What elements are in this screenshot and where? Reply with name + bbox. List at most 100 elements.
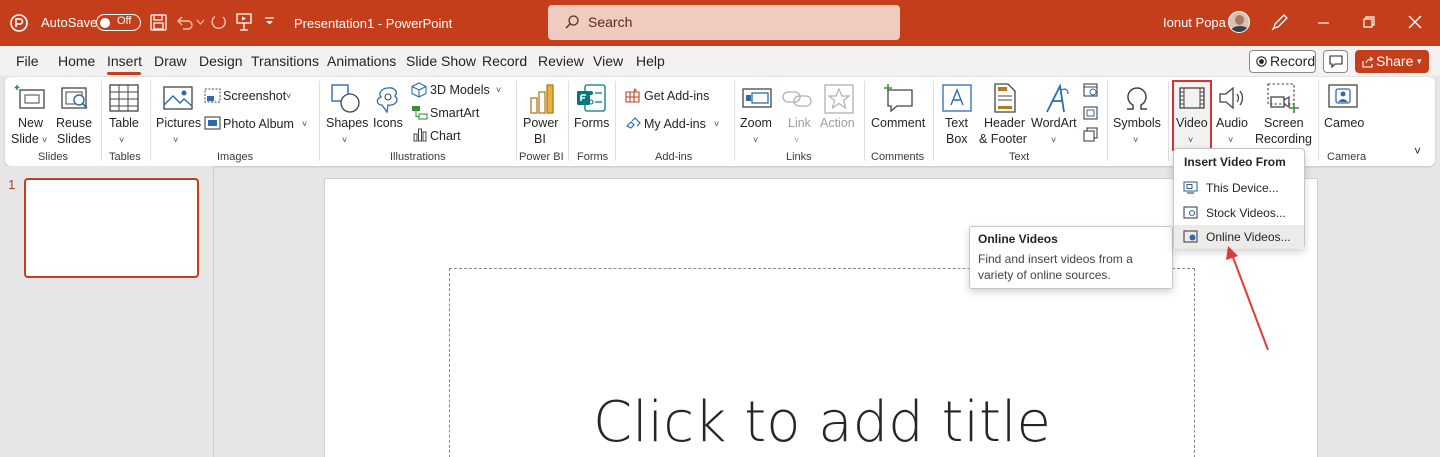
group-separator <box>319 81 320 161</box>
group-label-tables: Tables <box>109 151 141 163</box>
collapse-ribbon-chevron-icon[interactable]: ˅ <box>1414 143 1421 159</box>
icons-label: Icons <box>373 116 403 130</box>
new-slide-label-2: Slide <box>11 132 39 146</box>
date-time-icon[interactable] <box>1083 82 1098 97</box>
action-icon <box>824 84 854 114</box>
group-label-comments: Comments <box>871 151 925 163</box>
new-slide-label-1: New <box>18 116 44 130</box>
group-label-camera: Camera <box>1327 151 1367 163</box>
stock-videos-item[interactable]: Stock Videos... <box>1174 201 1304 225</box>
chart-button[interactable]: Chart <box>430 128 461 144</box>
avatar[interactable] <box>1228 11 1250 33</box>
tab-insert[interactable]: Insert <box>107 53 142 69</box>
search-icon <box>565 15 579 29</box>
pictures-label: Pictures <box>156 116 202 130</box>
autosave-state: Off <box>117 15 132 27</box>
video-button[interactable]: Video ˅ <box>1172 80 1212 151</box>
cameo-icon <box>1328 84 1358 108</box>
new-slide-dropdown-icon[interactable]: ˅ <box>42 132 47 148</box>
wordart-icon <box>1046 83 1069 113</box>
tab-draw[interactable]: Draw <box>154 53 187 69</box>
screenshot-button[interactable]: Screenshot <box>223 88 286 104</box>
get-addins-button[interactable]: Get Add-ins <box>644 88 709 104</box>
tab-design[interactable]: Design <box>199 53 243 69</box>
table-label: Table <box>109 116 139 130</box>
save-icon[interactable] <box>150 14 167 31</box>
tab-view[interactable]: View <box>593 53 623 69</box>
group-separator <box>864 81 865 161</box>
chart-icon <box>413 128 427 142</box>
3d-models-button[interactable]: 3D Models <box>430 82 490 98</box>
group-label-images: Images <box>217 151 254 163</box>
tab-transitions[interactable]: Transitions <box>251 53 319 69</box>
tooltip-body-line-1: Find and insert videos from a <box>978 252 1133 266</box>
group-separator <box>1168 81 1169 161</box>
power-bi-label-2: BI <box>534 132 546 146</box>
header-footer-label-2: & Footer <box>979 132 1027 146</box>
slide-thumbnail[interactable] <box>24 178 199 278</box>
title-bar: AutoSave Off Presentation1 - PowerPoint <box>0 0 1440 46</box>
table-icon <box>109 84 139 112</box>
this-device-item[interactable]: This Device... <box>1174 176 1304 200</box>
omega-icon <box>1127 87 1147 110</box>
photo-album-button[interactable]: Photo Album <box>223 116 294 132</box>
user-name[interactable]: Ionut Popa <box>1163 15 1226 30</box>
close-icon[interactable] <box>1408 15 1422 29</box>
3d-models-icon <box>411 82 427 98</box>
tab-review[interactable]: Review <box>538 53 584 69</box>
tab-help[interactable]: Help <box>636 53 665 69</box>
designer-pen-icon[interactable] <box>1271 13 1288 31</box>
undo-dropdown-icon[interactable] <box>196 19 205 25</box>
cameo-label: Cameo <box>1324 116 1365 130</box>
avatar-body <box>1231 26 1249 32</box>
tooltip-body-line-2: variety of online sources. <box>978 268 1111 282</box>
share-button[interactable]: Share ▾ <box>1355 50 1429 73</box>
record-icon <box>1256 56 1267 67</box>
share-dropdown-icon: ▾ <box>1417 56 1422 66</box>
tab-file[interactable]: File <box>16 53 39 69</box>
minimize-icon[interactable] <box>1318 22 1329 24</box>
audio-label: Audio <box>1216 116 1248 130</box>
customize-toolbar-icon[interactable] <box>265 17 274 25</box>
group-label-power-bi: Power BI <box>519 151 564 163</box>
comments-button[interactable] <box>1323 50 1348 73</box>
zoom-dropdown-icon: ˅ <box>753 135 759 145</box>
zoom-icon <box>742 88 772 108</box>
tab-home[interactable]: Home <box>58 53 95 69</box>
online-videos-tooltip: Online Videos Find and insert videos fro… <box>969 226 1173 289</box>
link-icon <box>782 91 812 107</box>
group-separator <box>615 81 616 161</box>
group-separator <box>568 81 569 161</box>
object-icon[interactable] <box>1083 127 1098 142</box>
redo-icon[interactable] <box>210 13 227 31</box>
pictures-dropdown-icon: ˅ <box>173 135 179 145</box>
group-separator <box>516 81 517 161</box>
reuse-slides-label-1: Reuse <box>56 116 93 130</box>
group-separator <box>734 81 735 161</box>
tab-slide-show[interactable]: Slide Show <box>406 53 476 69</box>
online-videos-label: Online Videos... <box>1206 230 1291 244</box>
screenshot-icon <box>204 88 221 103</box>
text-box-label-1: Text <box>945 116 968 130</box>
tab-animations[interactable]: Animations <box>327 53 396 69</box>
reuse-slides-label-2: Slides <box>57 132 92 146</box>
search-box[interactable]: Search <box>548 5 900 40</box>
my-addins-button[interactable]: My Add-ins <box>644 116 706 132</box>
undo-icon[interactable] <box>176 15 194 30</box>
smartart-button[interactable]: SmartArt <box>430 105 479 121</box>
text-box-icon <box>942 84 972 112</box>
autosave-toggle[interactable]: Off <box>96 14 141 31</box>
group-label-slides: Slides <box>38 151 68 163</box>
avatar-head <box>1235 15 1244 25</box>
menu-bar: File Home Insert Draw Design Transitions… <box>0 46 1440 76</box>
link-dropdown-icon: ˅ <box>794 135 800 145</box>
group-label-illustrations: Illustrations <box>390 151 446 163</box>
autosave-label: AutoSave <box>41 15 98 30</box>
shapes-icon <box>331 84 360 113</box>
restore-icon[interactable] <box>1363 16 1375 28</box>
present-from-start-icon[interactable] <box>236 13 252 31</box>
title-placeholder-text[interactable]: Click to add title <box>449 390 1195 455</box>
tab-record[interactable]: Record <box>482 53 527 69</box>
slide-number-icon[interactable] <box>1083 106 1098 120</box>
record-button[interactable]: Record <box>1249 50 1316 73</box>
